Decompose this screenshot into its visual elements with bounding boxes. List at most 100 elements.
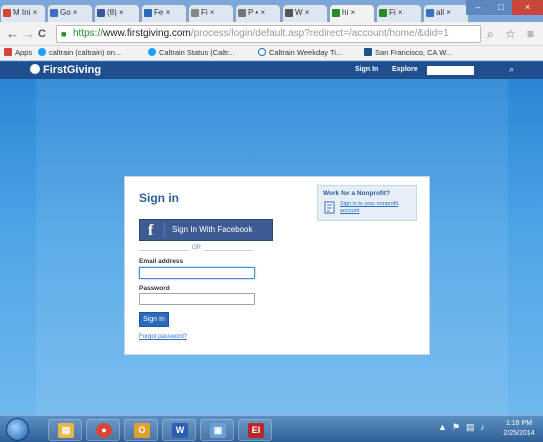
facebook-button-label: Sign In With Facebook xyxy=(172,225,253,234)
tab-favicon-icon xyxy=(332,9,340,17)
email-label: Email address xyxy=(139,258,184,265)
tab-favicon-icon xyxy=(3,9,11,17)
facebook-signin-button[interactable]: f Sign In With Facebook xyxy=(139,219,273,241)
tab-favicon-icon xyxy=(379,9,387,17)
brand-name: FirstGiving xyxy=(43,64,102,76)
password-label: Password xyxy=(139,285,170,292)
bookmarks-bar: Apps caltrain (caltrain) on... Caltrain … xyxy=(0,46,543,61)
bookmark-caltrain-twitter[interactable]: caltrain (caltrain) on... xyxy=(38,47,121,59)
taskbar-windows-explorer[interactable]: ▣ xyxy=(200,419,234,441)
forgot-password-link[interactable]: Forgot password? xyxy=(139,334,187,340)
tab-label: Fi xyxy=(389,8,396,17)
nonprofit-document-icon xyxy=(324,201,335,214)
start-button[interactable] xyxy=(6,418,29,441)
tab-close-icon[interactable]: × xyxy=(117,8,124,17)
taskbar-clock[interactable]: 1:16 PM 2/25/2014 xyxy=(497,419,541,439)
signin-button[interactable]: Sign In xyxy=(139,312,169,327)
tab-close-icon[interactable]: × xyxy=(348,8,355,17)
logo-mark-icon xyxy=(30,64,40,74)
nonprofit-title: Work for a Nonprofit? xyxy=(323,190,391,197)
tab-close-icon[interactable]: × xyxy=(30,8,38,17)
tab-favicon-icon xyxy=(144,9,152,17)
tab-label: M Ini xyxy=(13,8,31,17)
menu-icon[interactable]: ≡ xyxy=(527,27,534,41)
tray-flag-icon[interactable]: ⚑ xyxy=(452,422,460,433)
bookmark-caltrain-status[interactable]: Caltrain Status (Caltr... xyxy=(148,47,234,59)
back-button[interactable]: ← xyxy=(6,26,19,42)
close-window-button[interactable]: × xyxy=(512,0,543,15)
star-icon[interactable]: ☆ xyxy=(505,27,516,41)
signin-title: Sign in xyxy=(139,191,179,205)
browser-tab[interactable]: W × xyxy=(282,4,328,22)
search-icon[interactable]: ⌕ xyxy=(487,27,494,41)
header-signin-link[interactable]: Sign In xyxy=(355,66,378,73)
forward-button[interactable]: → xyxy=(22,26,35,42)
url-input[interactable]: ■ https://www.firstgiving.com/process/lo… xyxy=(56,25,481,43)
firstgiving-logo[interactable]: FirstGiving xyxy=(30,64,101,76)
browser-tab[interactable]: Fi × xyxy=(188,4,234,22)
taskbar-chrome[interactable]: ● xyxy=(86,419,120,441)
tab-close-icon[interactable]: × xyxy=(208,8,215,17)
bookmark-caltrain-weekday[interactable]: Caltrain Weekday Ti... xyxy=(258,47,342,59)
bookmark-sf-weather[interactable]: San Francisco, CA W... xyxy=(364,47,452,59)
tab-label: all xyxy=(436,8,445,17)
tab-favicon-icon xyxy=(238,9,246,17)
browser-tab[interactable]: Fi × xyxy=(376,4,422,22)
password-field[interactable] xyxy=(139,293,255,305)
taskbar-outlook[interactable]: O xyxy=(124,419,158,441)
browser-tab[interactable]: hi × xyxy=(329,4,375,22)
browser-tab-strip: M Ini × Go × (8) × Fe × Fi × P • × W × hi × Fi ×… xyxy=(0,0,543,22)
taskbar-evernote[interactable]: EI xyxy=(238,419,272,441)
search-icon[interactable]: ⌕ xyxy=(509,64,514,75)
folder-icon: ▤ xyxy=(58,423,74,438)
header-explore-link[interactable]: Explore xyxy=(392,66,418,73)
bookmark-label: Caltrain Status (Caltr... xyxy=(159,48,235,57)
globe-icon xyxy=(258,48,266,56)
tab-close-icon[interactable]: × xyxy=(163,8,171,17)
nonprofit-signin-link[interactable]: Sign in to your nonprofit account xyxy=(340,201,414,215)
facebook-icon: f xyxy=(148,222,154,239)
maximize-button[interactable]: □ xyxy=(490,0,512,15)
twitter-bird-icon xyxy=(38,48,46,56)
browser-tab[interactable]: Fe × xyxy=(141,4,187,22)
tray-arrow-icon[interactable]: ▲ xyxy=(438,422,447,432)
email-field[interactable] xyxy=(139,267,255,279)
bookmark-apps[interactable]: Apps xyxy=(4,47,32,59)
url-host: www.firstgiving.com xyxy=(103,28,191,39)
tab-close-icon[interactable]: × xyxy=(303,8,310,17)
tray-network-icon[interactable]: ▤ xyxy=(466,422,475,433)
address-bar: ← → C ■ https://www.firstgiving.com/proc… xyxy=(0,22,543,46)
bookmark-label: Caltrain Weekday Ti... xyxy=(269,48,343,57)
tab-label: Fe xyxy=(154,8,164,17)
apps-grid-icon xyxy=(4,48,12,56)
taskbar-word[interactable]: W xyxy=(162,419,196,441)
lock-icon: ■ xyxy=(61,29,67,39)
bookmark-label: caltrain (caltrain) on... xyxy=(49,48,122,57)
taskbar-explorer[interactable]: ▤ xyxy=(48,419,82,441)
minimize-button[interactable]: – xyxy=(466,0,490,15)
header-search-input[interactable] xyxy=(427,66,474,75)
reload-button[interactable]: C xyxy=(38,26,46,42)
tray-volume-icon[interactable]: ♪ xyxy=(480,422,485,432)
tab-close-icon[interactable]: × xyxy=(258,8,265,17)
url-path: /process/login/default.asp?redirect=/acc… xyxy=(190,28,449,39)
tab-favicon-icon xyxy=(97,9,105,17)
browser-tab[interactable]: (8) × xyxy=(94,4,140,22)
browser-tab[interactable]: Go × xyxy=(47,4,93,22)
tab-close-icon[interactable]: × xyxy=(71,8,78,17)
tab-close-icon[interactable]: × xyxy=(396,8,403,17)
tab-label: W xyxy=(295,8,303,17)
or-label: OR xyxy=(189,245,204,251)
tab-close-icon[interactable]: × xyxy=(444,8,451,17)
browser-tab[interactable]: all × xyxy=(423,4,469,22)
bookmark-label: San Francisco, CA W... xyxy=(375,48,453,57)
button-divider xyxy=(164,223,165,237)
browser-tab[interactable]: P • × xyxy=(235,4,281,22)
evernote-icon: EI xyxy=(248,423,264,438)
tab-favicon-icon xyxy=(50,9,58,17)
tab-label: Go xyxy=(60,8,71,17)
browser-tab[interactable]: M Ini × xyxy=(0,4,46,22)
explorer-icon: ▣ xyxy=(210,423,226,438)
twitter-bird-icon xyxy=(148,48,156,56)
tab-favicon-icon xyxy=(426,9,434,17)
